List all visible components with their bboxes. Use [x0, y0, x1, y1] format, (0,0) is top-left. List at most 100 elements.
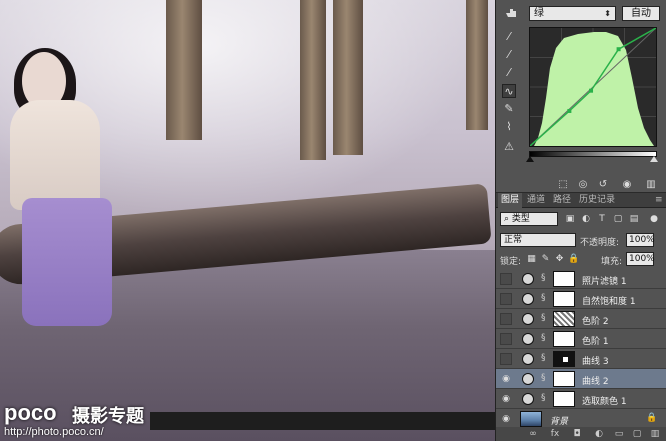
- layer-name: 曲线 3: [582, 357, 609, 367]
- layer-row-levels-2[interactable]: § 色阶 2: [496, 309, 666, 329]
- layer-row-selective-color[interactable]: ◉ § 选取颜色 1: [496, 389, 666, 409]
- fill-label: 填充:: [601, 257, 623, 267]
- opacity-input[interactable]: 100%: [626, 233, 655, 247]
- visibility-eye-icon[interactable]: ◉: [620, 179, 634, 190]
- fill-input[interactable]: 100%: [626, 252, 655, 266]
- pencil-icon[interactable]: ✎: [502, 102, 516, 116]
- tab-history[interactable]: 历史记录: [576, 193, 618, 208]
- trash-icon[interactable]: ▥: [644, 179, 658, 190]
- eyedropper-white-icon[interactable]: ⁄: [502, 66, 516, 80]
- eyedropper-black-icon[interactable]: ⁄: [502, 30, 516, 44]
- watermark: poco 摄影专题 http://photo.poco.cn/: [0, 400, 495, 441]
- filter-shape-icon[interactable]: ▢: [612, 213, 624, 225]
- layer-mask-thumbnail[interactable]: [553, 291, 575, 307]
- layer-mask-thumbnail[interactable]: [553, 311, 575, 327]
- reset-icon[interactable]: ↺: [596, 179, 610, 190]
- filter-type-icon[interactable]: T: [596, 213, 608, 225]
- layer-row-curves-2[interactable]: ◉ § 曲线 2: [496, 369, 666, 389]
- new-adjustment-icon[interactable]: ◐: [592, 429, 606, 440]
- curve-svg[interactable]: [530, 28, 656, 146]
- layer-thumbnail[interactable]: [520, 411, 542, 427]
- panel-tabs: 图层 通道 路径 历史记录 ≡: [496, 193, 666, 208]
- link-icon[interactable]: §: [541, 313, 546, 323]
- lock-row: 锁定: ▦ ✎ ✥ 🔒 填充: 100%: [496, 251, 666, 267]
- right-panel: 绿 ⬍ 自动 ⁄ ⁄ ⁄ ∿ ✎ ⌇ ⚠ ⬚ ◎ ↺ ◉ ▥ 图层 通道 路径 …: [495, 0, 666, 441]
- tab-paths[interactable]: 路径: [550, 193, 574, 208]
- link-icon[interactable]: §: [541, 393, 546, 403]
- adjustment-layer-icon: [522, 273, 534, 285]
- visibility-eye-icon[interactable]: [500, 273, 512, 285]
- lock-transparency-icon[interactable]: ▦: [526, 254, 537, 265]
- adjustment-layer-icon: [522, 333, 534, 345]
- filter-adjustment-icon[interactable]: ◐: [580, 213, 592, 225]
- link-icon[interactable]: §: [541, 273, 546, 283]
- curve-control-point[interactable]: [567, 108, 572, 113]
- curve-point-icon[interactable]: ∿: [502, 84, 516, 98]
- curve-graph[interactable]: [529, 27, 657, 147]
- layer-name: 色阶 2: [582, 317, 609, 327]
- blend-mode-select[interactable]: 正常: [500, 233, 576, 247]
- watermark-logo: poco: [4, 400, 57, 425]
- curve-control-point[interactable]: [616, 47, 621, 52]
- lock-position-icon[interactable]: ✥: [554, 254, 565, 265]
- watermark-url: http://photo.poco.cn/: [4, 426, 104, 438]
- watermark-title: 摄影专题: [72, 406, 144, 427]
- layers-footer: ∞ fx ◘ ◐ ▭ ▢ ▥: [496, 427, 666, 441]
- photo-canvas[interactable]: poco 摄影专题 http://photo.poco.cn/: [0, 0, 495, 441]
- link-icon[interactable]: §: [541, 373, 546, 383]
- auto-button[interactable]: 自动: [622, 6, 660, 21]
- layer-row-background[interactable]: ◉ 背景 🔒: [496, 409, 666, 429]
- visibility-eye-icon[interactable]: [500, 353, 512, 365]
- visibility-eye-icon[interactable]: ◉: [500, 393, 512, 405]
- hand-icon[interactable]: [504, 7, 518, 19]
- blend-mode-value: 正常: [504, 235, 523, 245]
- layer-mask-thumbnail[interactable]: [553, 271, 575, 287]
- tab-layers[interactable]: 图层: [498, 193, 523, 208]
- layer-mask-thumbnail[interactable]: [553, 391, 575, 407]
- layer-row-photo-filter[interactable]: § 照片滤镜 1: [496, 269, 666, 289]
- white-point-slider[interactable]: [650, 156, 658, 162]
- eyedropper-gray-icon[interactable]: ⁄: [502, 48, 516, 62]
- new-layer-icon[interactable]: ▢: [630, 429, 644, 440]
- visibility-eye-icon[interactable]: [500, 313, 512, 325]
- visibility-eye-icon[interactable]: [500, 293, 512, 305]
- new-group-icon[interactable]: ▭: [612, 429, 626, 440]
- adjustment-layer-icon: [522, 353, 534, 365]
- channel-value: 绿: [534, 8, 544, 19]
- visibility-eye-icon[interactable]: ◉: [500, 373, 512, 385]
- add-mask-icon[interactable]: ◘: [570, 429, 584, 440]
- visibility-eye-icon[interactable]: ◉: [500, 413, 512, 425]
- fx-icon[interactable]: fx: [548, 429, 562, 440]
- link-icon[interactable]: §: [541, 353, 546, 363]
- canvas-status-bar: [150, 412, 495, 430]
- layer-row-curves-3[interactable]: § 曲线 3: [496, 349, 666, 369]
- layer-kind-select[interactable]: ⌕ 类型: [500, 212, 558, 226]
- panel-menu-icon[interactable]: ≡: [652, 193, 666, 208]
- link-icon[interactable]: §: [541, 333, 546, 343]
- clip-to-layer-icon[interactable]: ⬚: [556, 179, 570, 190]
- warning-icon: ⚠: [504, 140, 514, 153]
- layer-row-vibrance[interactable]: § 自然饱和度 1: [496, 289, 666, 309]
- lock-all-icon[interactable]: 🔒: [568, 254, 579, 265]
- layer-mask-thumbnail[interactable]: [553, 331, 575, 347]
- tab-channels[interactable]: 通道: [524, 193, 548, 208]
- visibility-eye-icon[interactable]: [500, 333, 512, 345]
- layer-mask-thumbnail[interactable]: [553, 371, 575, 387]
- curve-control-point[interactable]: [589, 88, 594, 93]
- layer-name: 自然饱和度 1: [582, 297, 636, 307]
- filter-pixel-icon[interactable]: ▣: [564, 213, 576, 225]
- link-icon[interactable]: §: [541, 293, 546, 303]
- channel-select[interactable]: 绿 ⬍: [529, 6, 616, 21]
- black-point-slider[interactable]: [526, 156, 534, 162]
- link-layers-icon[interactable]: ∞: [526, 429, 540, 440]
- lock-pixels-icon[interactable]: ✎: [540, 254, 551, 265]
- filter-toggle-icon[interactable]: ●: [648, 213, 660, 225]
- trash-icon[interactable]: ▥: [648, 429, 662, 440]
- layer-mask-thumbnail[interactable]: [553, 351, 575, 367]
- smooth-icon[interactable]: ⌇: [502, 120, 516, 134]
- filter-smart-object-icon[interactable]: ▤: [628, 213, 640, 225]
- tree-trunk: [333, 0, 363, 155]
- view-previous-icon[interactable]: ◎: [576, 179, 590, 190]
- layer-kind-value: 类型: [511, 214, 530, 224]
- layer-row-levels-1[interactable]: § 色阶 1: [496, 329, 666, 349]
